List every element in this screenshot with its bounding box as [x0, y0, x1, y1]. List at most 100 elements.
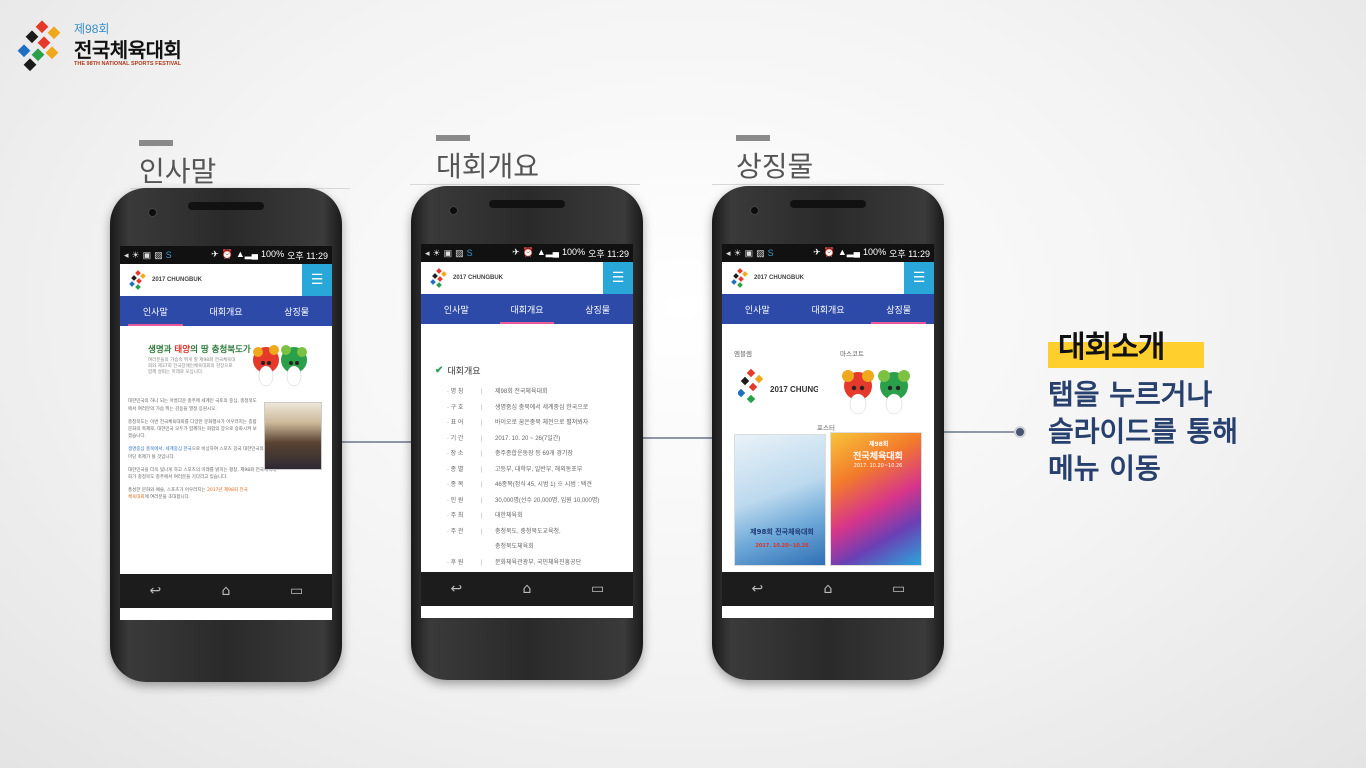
overview-row: · 명 칭 | 제98회 전국체육대회: [447, 385, 633, 401]
overview-row: · 종 목 | 46종목(정식 45, 시범 1) ※ 시범 : 택견: [447, 478, 633, 494]
poster-image-2: 제98회 전국체육대회 2017. 10.20~10.26: [830, 432, 922, 566]
phone-overview: ◂ ☀ ▣ ▨ S ✈ ⏰ ▲▂▄ 100% 오후 11:29 2017 CHUNGBUK ☰ …: [411, 186, 643, 680]
overview-separator: |: [481, 497, 483, 504]
hamburger-icon: ☰: [912, 270, 926, 286]
tab-symbols[interactable]: 상징물: [863, 294, 934, 324]
emblem-image: 2017 CHUNGBUK: [738, 368, 818, 404]
greeting-content: 생명과 태양의 땅 충청북도가 여러분들의 가슴속 뛰게 할 제98회 전국체육…: [120, 326, 332, 616]
back-icon[interactable]: ↩: [441, 581, 471, 597]
tab-greeting[interactable]: 인사말: [722, 294, 793, 324]
chungbuk-logo-icon: [731, 268, 748, 288]
earpiece: [188, 202, 264, 210]
recents-icon[interactable]: ▭: [583, 581, 613, 597]
greeting-paragraph: 대한민국의 하나 되는 아름다운 충주에 세계인 국토의 중심, 충청북도에서 …: [128, 399, 257, 412]
hamburger-icon: ☰: [611, 270, 625, 286]
overview-row: · 구 호 | 생명중심 충북에서 세계중심 한국으로: [447, 401, 633, 417]
logo-subtitle: THE 98TH NATIONAL SPORTS FESTIVAL: [74, 61, 182, 67]
app-header: 2017 CHUNGBUK ☰: [722, 262, 934, 294]
recents-icon[interactable]: ▭: [282, 583, 312, 599]
app-logo[interactable]: 2017 CHUNGBUK: [120, 269, 202, 291]
connector-line: [340, 441, 414, 443]
overview-key: · 종 목: [447, 482, 464, 488]
home-icon[interactable]: ⌂: [813, 581, 843, 597]
tab-greeting[interactable]: 인사말: [120, 296, 191, 326]
overview-row: · 주 최 | 대한체육회: [447, 509, 633, 525]
hamburger-menu-button[interactable]: ☰: [302, 264, 332, 296]
overview-row: · 표 어 | 바이오로 꿈은충북 체전으로 펼쳐봐자: [447, 416, 633, 432]
app-logo[interactable]: 2017 CHUNGBUK: [722, 267, 804, 289]
tab-symbols[interactable]: 상징물: [261, 296, 332, 326]
overview-value: 2017. 10. 20 ~ 26(7일간): [495, 435, 561, 442]
home-icon[interactable]: ⌂: [211, 583, 241, 599]
phone-screen: ◂ ☀ ▣ ▨ S ✈ ⏰ ▲▂▄ 100% 오후 11:29 2017 CHUNGBUK ☰ …: [120, 246, 332, 620]
tab-overview[interactable]: 대회개요: [793, 294, 864, 324]
overview-row: · 인 원 | 30,000명(선수 20,000명, 임원 10,000명): [447, 494, 633, 510]
hamburger-menu-button[interactable]: ☰: [904, 262, 934, 294]
earpiece: [489, 200, 565, 208]
mascot-label: 마스코트: [840, 351, 864, 358]
section-bar: [736, 135, 770, 141]
overview-key: · 구 호: [447, 404, 464, 411]
overview-separator: |: [481, 404, 483, 411]
tab-greeting[interactable]: 인사말: [421, 294, 492, 324]
overview-key: · 명 칭: [447, 389, 464, 395]
status-icons-left: ◂ ☀ ▣ ▨ S: [425, 247, 473, 258]
callout-dot: [1014, 426, 1026, 438]
app-logo-text: 2017 CHUNGBUK: [152, 277, 203, 283]
section-title-overview: 대회개요: [436, 151, 540, 182]
home-icon[interactable]: ⌂: [512, 581, 542, 597]
back-icon[interactable]: ↩: [140, 583, 170, 599]
chungbuk-logo-icon: [129, 270, 146, 290]
android-nav-bar: ↩ ⌂ ▭: [120, 574, 332, 608]
overview-separator: |: [481, 451, 483, 457]
section-title-symbols: 상징물: [736, 151, 814, 182]
overview-value: 대한체육회: [495, 513, 523, 519]
overview-value: 문화체육관광부, 국민체육진흥공단: [495, 559, 582, 566]
hamburger-icon: ☰: [310, 272, 324, 288]
tab-symbols[interactable]: 상징물: [562, 294, 633, 324]
status-icons-right: ✈ ⏰ ▲▂▄ 100% 오후 11:29: [512, 246, 629, 259]
overview-key: · 주 관: [447, 528, 464, 535]
status-bar: ◂ ☀ ▣ ▨ S ✈ ⏰ ▲▂▄ 100% 오후 11:29: [120, 246, 332, 264]
tab-bar: 인사말 대회개요 상징물: [722, 294, 934, 324]
overview-row: · 종 별 | 고등부, 대학부, 일반부, 해외동포부: [447, 463, 633, 479]
overview-content: ✔ 대회개요 · 명 칭 | 제98회 전국체육대회 · 구 호 | 생명중심 충북에서 …: [421, 364, 633, 571]
poster-1-date: 2017. 10.20~10.26: [755, 543, 809, 549]
overview-key: · 인 원: [447, 497, 464, 504]
app-logo[interactable]: 2017 CHUNGBUK: [421, 267, 503, 289]
mascot-image: [253, 345, 307, 387]
overview-key: [447, 540, 481, 556]
recents-icon[interactable]: ▭: [884, 581, 914, 597]
status-bar: ◂ ☀ ▣ ▨ S ✈ ⏰ ▲▂▄ 100% 오후 11:29: [722, 244, 934, 262]
hamburger-menu-button[interactable]: ☰: [603, 262, 633, 294]
tab-overview[interactable]: 대회개요: [191, 296, 262, 326]
tab-overview[interactable]: 대회개요: [492, 294, 563, 324]
overview-separator: |: [481, 528, 483, 535]
svg-text:2017 CHUNGBUK: 2017 CHUNGBUK: [770, 385, 818, 394]
section-divider: [712, 184, 944, 185]
overview-table: · 명 칭 | 제98회 전국체육대회 · 구 호 | 생명중심 충북에서 세계중심 한국…: [421, 385, 633, 571]
logo-title: 전국체육대회: [74, 40, 182, 62]
overview-value: 충청북도체육회: [495, 544, 534, 550]
overview-row: · 주 관 | 충청북도, 충청북도교육청,: [447, 525, 633, 541]
overview-key: · 종 별: [447, 466, 464, 473]
callout-body: 탭을 누르거나 슬라이드를 통해 메뉴 이동: [1048, 376, 1238, 487]
poster-image-1: 제98회 전국체육대회 2017. 10.20~10.26: [734, 434, 826, 566]
app-header: 2017 CHUNGBUK ☰: [421, 262, 633, 294]
poster-1-title: 제98회 전국체육대회: [750, 528, 814, 536]
phone-screen: ◂ ☀ ▣ ▨ S ✈ ⏰ ▲▂▄ 100% 오후 11:29 2017 CHUNGBUK ☰ …: [421, 244, 633, 618]
section-divider: [410, 184, 640, 185]
callout-line: 탭을 누르거나: [1048, 378, 1213, 411]
overview-value: 고등부, 대학부, 일반부, 해외동포부: [495, 466, 583, 473]
overview-value: 생명중심 충북에서 세계중심 한국으로: [495, 404, 589, 411]
festival-logo: 제98회 전국체육대회 THE 98TH NATIONAL SPORTS FES…: [16, 18, 216, 74]
overview-separator: |: [481, 513, 483, 519]
phone-screen: ◂ ☀ ▣ ▨ S ✈ ⏰ ▲▂▄ 100% 오후 11:29 2017 CHUNGBUK ☰ …: [722, 244, 934, 618]
callout-line: 메뉴 이동: [1048, 452, 1161, 485]
overview-key: · 표 어: [447, 420, 464, 426]
overview-row: · 후 원 | 문화체육관광부, 국민체육진흥공단: [447, 556, 633, 572]
back-icon[interactable]: ↩: [742, 581, 772, 597]
governor-portrait: [264, 402, 322, 470]
overview-row: 충청북도체육회: [447, 540, 633, 556]
poster-2-date: 2017. 10.20~10.26: [853, 463, 903, 469]
